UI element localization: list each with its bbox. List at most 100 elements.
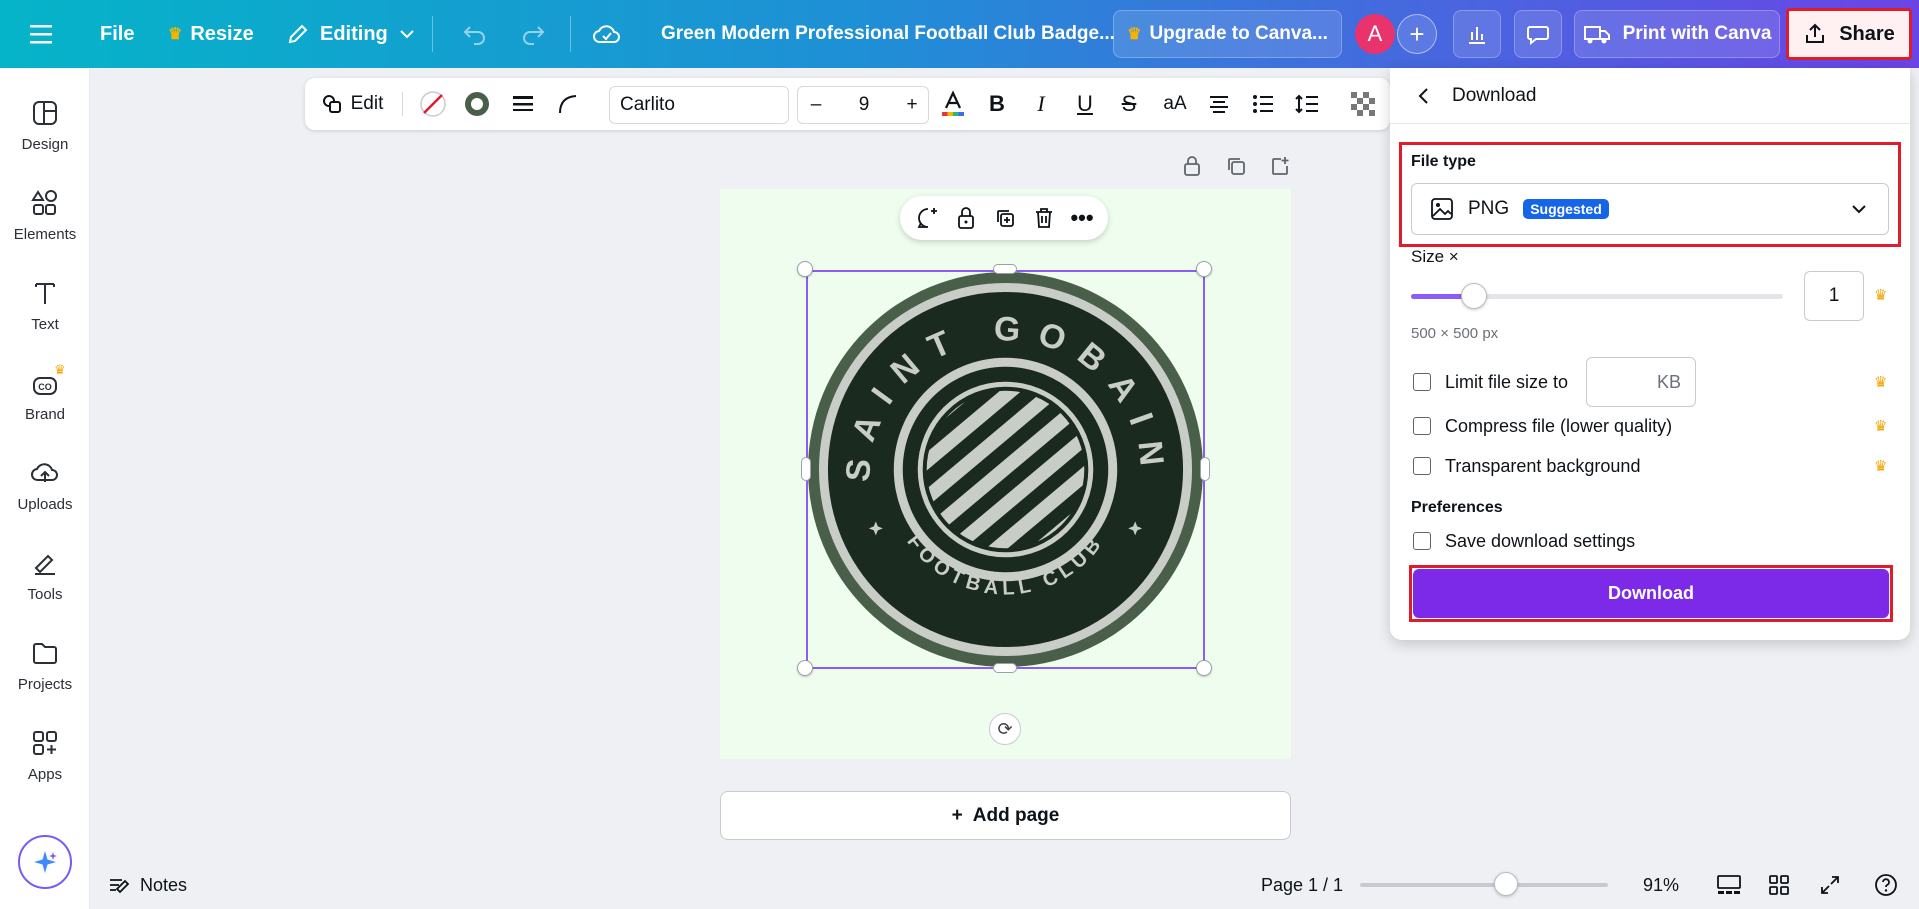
page-indicator[interactable]: Page 1 / 1 <box>1261 868 1343 902</box>
cloud-saved-icon[interactable] <box>592 0 622 68</box>
duplicate-icon[interactable] <box>987 196 1023 240</box>
share-button[interactable]: Share <box>1786 8 1912 60</box>
magic-assistant-button[interactable] <box>18 835 72 889</box>
italic-icon[interactable]: I <box>1021 78 1061 130</box>
page-view-icon[interactable] <box>1716 868 1742 902</box>
file-size-input[interactable]: KB <box>1586 357 1696 407</box>
print-with-canva-button[interactable]: Print with Canva <box>1574 10 1780 58</box>
duplicate-page-icon[interactable] <box>1214 151 1258 181</box>
size-slider-thumb[interactable] <box>1461 283 1488 309</box>
font-size-input[interactable]: 9 <box>834 87 894 123</box>
rotate-handle-icon[interactable]: ⟳ <box>989 713 1021 745</box>
font-size-stepper: – 9 + <box>797 86 929 124</box>
fill-color-none-icon[interactable] <box>413 78 453 130</box>
fullscreen-icon[interactable] <box>1819 868 1841 902</box>
pencil-icon <box>288 24 308 44</box>
compress-file-checkbox[interactable] <box>1413 417 1431 435</box>
notes-button[interactable]: Notes <box>108 868 187 902</box>
grid-view-icon[interactable] <box>1768 868 1790 902</box>
add-comment-icon[interactable] <box>910 196 946 240</box>
corner-rounding-icon[interactable] <box>548 78 588 130</box>
resize-handle-e[interactable] <box>1200 457 1210 481</box>
add-page-icon[interactable] <box>1258 151 1302 181</box>
resize-handle-nw[interactable] <box>797 261 813 277</box>
selection-box[interactable] <box>806 270 1205 669</box>
chevron-down-icon <box>400 30 414 39</box>
border-color-icon[interactable] <box>457 78 497 130</box>
lock-page-icon[interactable] <box>1170 151 1214 181</box>
strikethrough-icon[interactable]: S <box>1109 78 1149 130</box>
delete-icon[interactable] <box>1026 196 1062 240</box>
border-style-icon[interactable] <box>503 78 543 130</box>
text-color-icon[interactable] <box>933 78 973 130</box>
transparent-background-checkbox[interactable] <box>1413 457 1431 475</box>
sidebar-item-projects[interactable]: Projects <box>0 632 90 712</box>
help-icon[interactable] <box>1874 868 1898 902</box>
edit-button[interactable]: Edit <box>317 78 387 130</box>
bold-icon[interactable]: B <box>977 78 1017 130</box>
resize-button[interactable]: ♛ Resize <box>168 0 254 68</box>
resize-handle-se[interactable] <box>1196 660 1212 676</box>
resize-handle-ne[interactable] <box>1196 261 1212 277</box>
add-page-label: Add page <box>972 804 1060 826</box>
undo-icon[interactable] <box>462 0 488 68</box>
add-page-button[interactable]: + Add page <box>720 791 1291 840</box>
truck-icon <box>1583 26 1610 44</box>
file-menu[interactable]: File <box>100 0 134 68</box>
upgrade-button[interactable]: ♛ Upgrade to Canva... <box>1113 10 1342 58</box>
save-settings-checkbox[interactable] <box>1413 532 1431 550</box>
size-label: Size × <box>1411 247 1459 266</box>
download-button[interactable]: Download <box>1413 569 1889 618</box>
sidebar-item-label: Tools <box>27 586 63 603</box>
sidebar-item-text[interactable]: Text <box>0 272 90 352</box>
letter-case-button[interactable]: aA <box>1153 78 1197 130</box>
sidebar-item-uploads[interactable]: Uploads <box>0 452 90 532</box>
transparent-background-option[interactable]: Transparent background <box>1413 452 1640 480</box>
sidebar-item-label: Projects <box>17 676 73 693</box>
font-family-select[interactable]: Carlito <box>609 86 789 124</box>
file-type-select[interactable]: PNG Suggested <box>1411 183 1889 235</box>
avatar[interactable]: A <box>1355 14 1395 54</box>
size-input[interactable]: 1 <box>1804 271 1864 321</box>
zoom-slider-thumb[interactable] <box>1494 872 1519 896</box>
document-title[interactable]: Green Modern Professional Football Club … <box>661 0 1115 68</box>
add-collaborator-button[interactable]: + <box>1397 14 1437 54</box>
lock-icon[interactable] <box>948 196 984 240</box>
menu-icon[interactable] <box>30 0 56 68</box>
more-options-icon[interactable]: ••• <box>1064 196 1100 240</box>
bullet-list-icon[interactable] <box>1243 78 1283 130</box>
save-settings-label: Save download settings <box>1445 530 1636 551</box>
resize-handle-n[interactable] <box>993 264 1017 274</box>
sidebar-item-design[interactable]: Design <box>0 92 90 172</box>
back-arrow-icon[interactable] <box>1414 86 1434 106</box>
zoom-level[interactable]: 91% <box>1643 868 1679 902</box>
resize-handle-w[interactable] <box>801 457 811 481</box>
sparkle-icon <box>34 851 57 873</box>
page-controls <box>1170 151 1302 181</box>
insights-icon[interactable] <box>1453 10 1501 58</box>
sidebar-item-apps[interactable]: Apps <box>0 722 90 802</box>
zoom-slider[interactable] <box>1360 872 1608 896</box>
limit-file-size-checkbox[interactable] <box>1413 373 1431 391</box>
resize-handle-s[interactable] <box>993 663 1017 673</box>
align-center-icon[interactable] <box>1199 78 1239 130</box>
redo-icon[interactable] <box>520 0 546 68</box>
sidebar-item-brand[interactable]: CO ♛ Brand <box>0 362 90 442</box>
sidebar-item-label: Brand <box>24 406 66 423</box>
underline-icon[interactable]: U <box>1065 78 1105 130</box>
limit-file-size-option[interactable]: Limit file size to <box>1413 368 1568 396</box>
decrease-font-button[interactable]: – <box>798 87 834 123</box>
resize-handle-sw[interactable] <box>797 660 813 676</box>
transparency-icon[interactable] <box>1345 78 1381 130</box>
comment-icon[interactable] <box>1514 10 1562 58</box>
tools-icon <box>34 554 55 575</box>
size-slider[interactable] <box>1411 283 1783 309</box>
compress-file-option[interactable]: Compress file (lower quality) <box>1413 412 1672 440</box>
crown-icon: ♛ <box>168 26 183 43</box>
sidebar-item-elements[interactable]: Elements <box>0 182 90 262</box>
editing-mode-button[interactable]: Editing <box>286 0 416 68</box>
sidebar-item-tools[interactable]: Tools <box>0 542 90 622</box>
save-settings-option[interactable]: Save download settings <box>1413 527 1635 555</box>
line-spacing-icon[interactable] <box>1287 78 1327 130</box>
increase-font-button[interactable]: + <box>894 87 930 123</box>
